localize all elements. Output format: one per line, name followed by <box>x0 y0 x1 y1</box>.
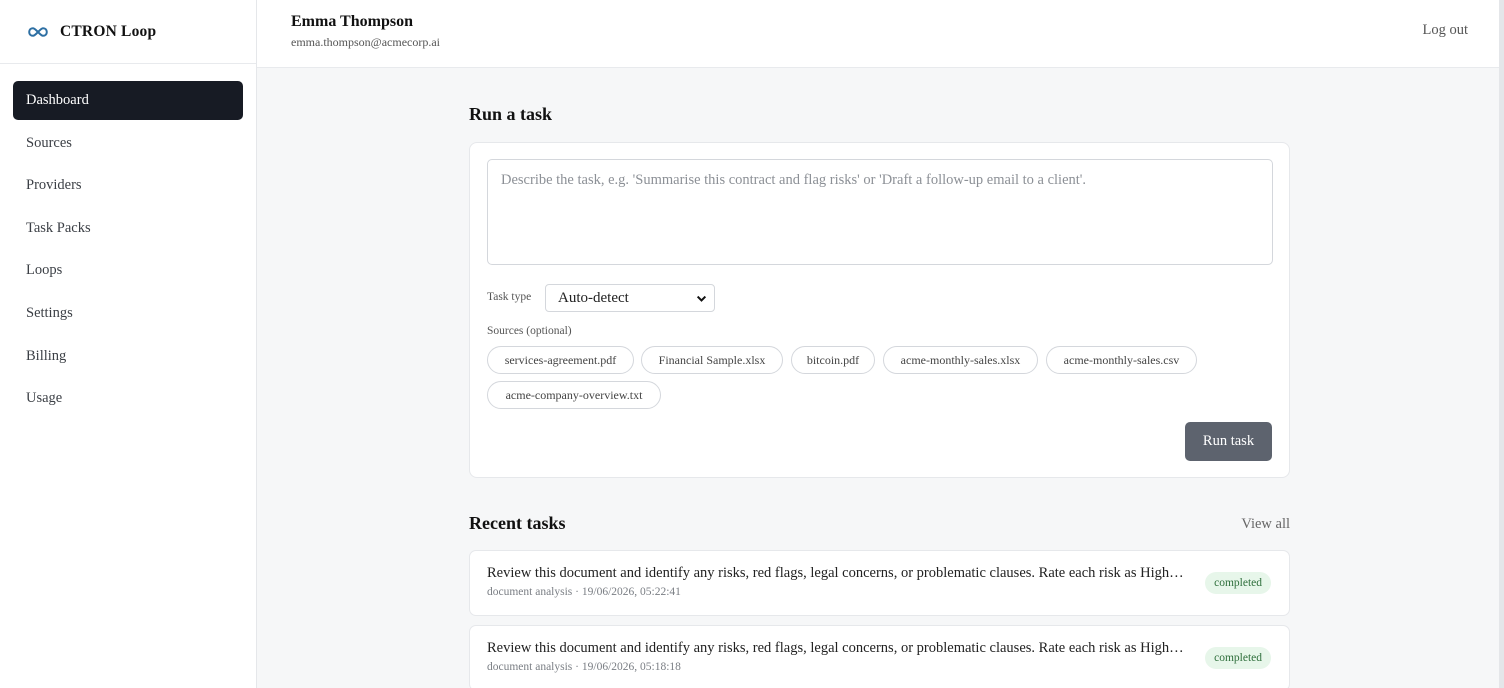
user-email: emma.thompson@acmecorp.ai <box>291 35 441 49</box>
sidebar-item-settings[interactable]: Settings <box>13 294 243 333</box>
source-chip[interactable]: bitcoin.pdf <box>791 346 875 374</box>
sidebar: CTRON Loop Dashboard Sources Providers T… <box>0 0 257 688</box>
brand-name: CTRON Loop <box>60 22 157 40</box>
run-task-title: Run a task <box>469 104 553 124</box>
brand[interactable]: CTRON Loop <box>0 0 256 64</box>
topbar: Emma Thompson emma.thompson@acmecorp.ai … <box>257 0 1504 68</box>
sidebar-item-usage[interactable]: Usage <box>13 379 243 418</box>
logout-link[interactable]: Log out <box>1422 22 1468 39</box>
infinity-icon <box>28 26 48 37</box>
task-text: Review this document and identify any ri… <box>487 565 1187 581</box>
sidebar-item-dashboard[interactable]: Dashboard <box>13 81 243 120</box>
task-row[interactable]: Review this document and identify any ri… <box>469 550 1290 616</box>
sidebar-item-providers[interactable]: Providers <box>13 166 243 205</box>
sidebar-item-sources[interactable]: Sources <box>13 124 243 163</box>
source-chip[interactable]: acme-monthly-sales.xlsx <box>883 346 1038 374</box>
task-type: document analysis <box>487 661 573 673</box>
run-task-button[interactable]: Run task <box>1185 422 1272 461</box>
sidebar-item-loops[interactable]: Loops <box>13 251 243 290</box>
source-chip[interactable]: acme-company-overview.txt <box>487 381 661 409</box>
status-badge: completed <box>1205 572 1271 594</box>
task-timestamp: 19/06/2026, 05:18:18 <box>581 661 681 673</box>
status-badge: completed <box>1205 647 1271 669</box>
chevron-down-icon <box>696 295 707 302</box>
sidebar-item-task-packs[interactable]: Task Packs <box>13 209 243 248</box>
sidebar-nav: Dashboard Sources Providers Task Packs L… <box>0 64 256 418</box>
task-description-input[interactable] <box>487 159 1273 265</box>
sources-label: Sources (optional) <box>487 325 572 337</box>
task-type: document analysis <box>487 586 573 598</box>
user-name: Emma Thompson <box>291 13 413 30</box>
source-chip[interactable]: acme-monthly-sales.csv <box>1046 346 1197 374</box>
task-timestamp: 19/06/2026, 05:22:41 <box>581 586 681 598</box>
task-type-label: Task type <box>487 291 532 303</box>
view-all-link[interactable]: View all <box>1241 516 1290 533</box>
task-meta: document analysis · 19/06/2026, 05:22:41 <box>487 586 681 598</box>
scrollbar[interactable] <box>1499 0 1504 688</box>
task-row[interactable]: Review this document and identify any ri… <box>469 625 1290 688</box>
task-text: Review this document and identify any ri… <box>487 640 1187 656</box>
task-type-select[interactable]: Auto-detect <box>545 284 715 312</box>
run-task-card: Task type Auto-detect Sources (optional)… <box>469 142 1290 478</box>
sidebar-item-billing[interactable]: Billing <box>13 337 243 376</box>
source-chip[interactable]: services-agreement.pdf <box>487 346 634 374</box>
source-chip[interactable]: Financial Sample.xlsx <box>641 346 783 374</box>
task-meta: document analysis · 19/06/2026, 05:18:18 <box>487 661 681 673</box>
recent-tasks-title: Recent tasks <box>469 513 566 533</box>
task-type-value: Auto-detect <box>558 289 629 306</box>
